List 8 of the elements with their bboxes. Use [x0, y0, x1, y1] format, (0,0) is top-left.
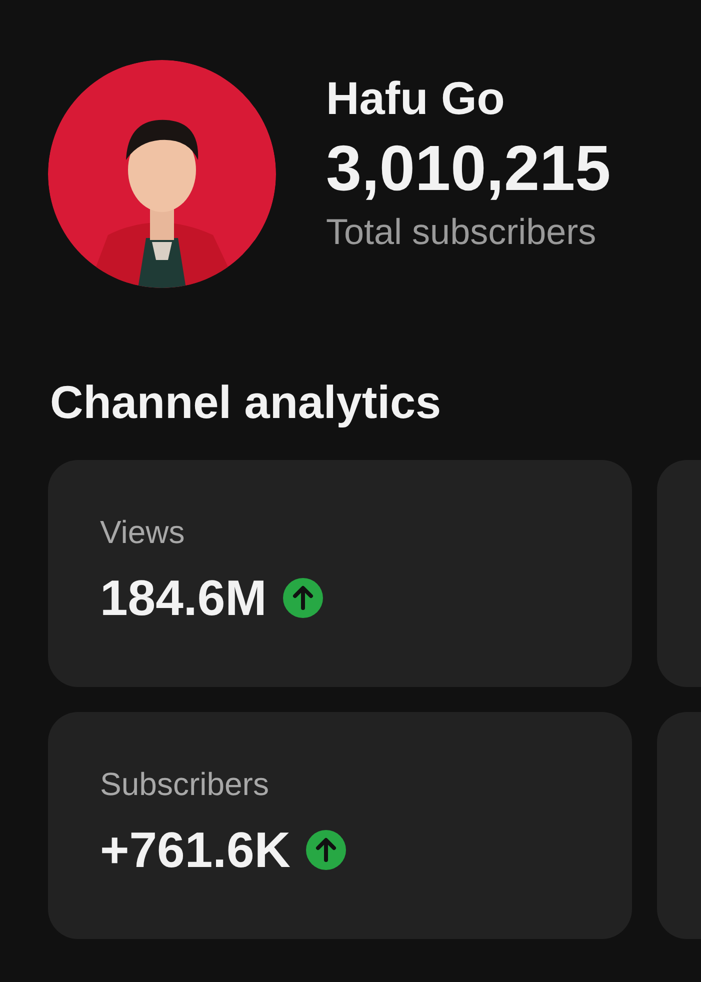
subscriber-label: Total subscribers	[326, 210, 598, 254]
section-title: Channel analytics	[50, 375, 442, 430]
stat-label: Subscribers	[100, 765, 270, 804]
stat-value: 184.6M	[100, 569, 267, 628]
subscriber-count: 3,010,215	[326, 132, 611, 204]
channel-name: Hafu Go	[326, 71, 506, 126]
stat-label: Views	[100, 513, 186, 552]
stat-value: +761.6K	[100, 821, 290, 880]
